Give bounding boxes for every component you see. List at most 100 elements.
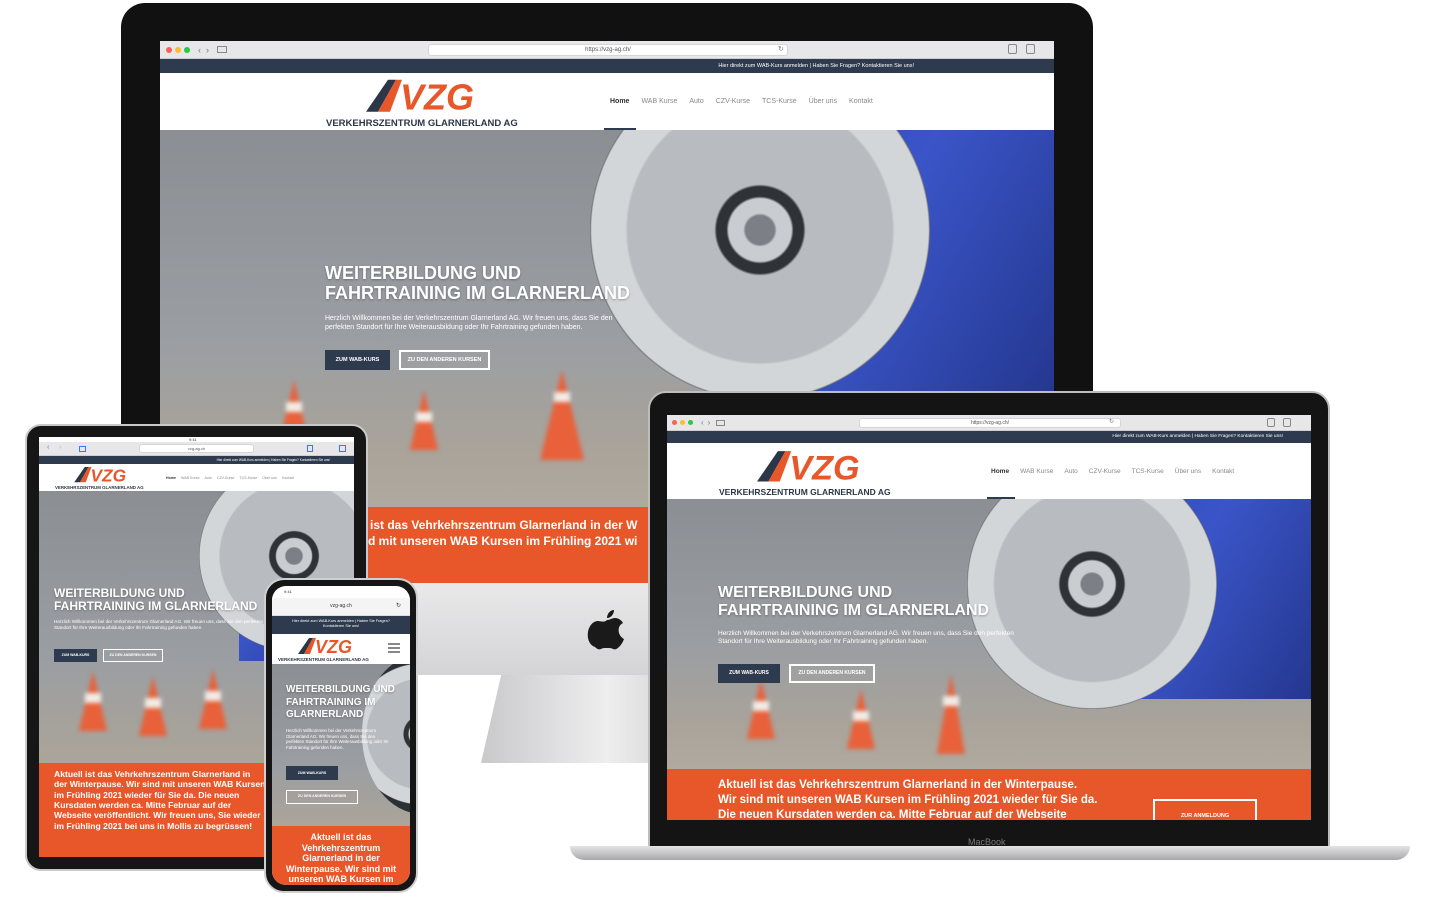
site-logo[interactable]: VZG VERKEHRSZENTRUM GLARNERLAND AG <box>719 449 909 497</box>
traffic-cone <box>410 390 438 450</box>
zum-wab-kurs-button[interactable]: ZUM WAB-KURS <box>286 766 338 780</box>
nav-auto[interactable]: Auto <box>689 98 703 105</box>
url-bar[interactable]: vzg-ag.ch <box>302 603 380 609</box>
url-bar[interactable]: https://vzg-ag.ch/ <box>859 418 1121 428</box>
share-icon[interactable] <box>1008 44 1017 54</box>
share-icon[interactable] <box>1267 418 1275 427</box>
notice-text-line2: Wir sind mit unseren WAB Kursen im Frühl… <box>718 794 1098 806</box>
site-header: VZG VERKEHRSZENTRUM GLARNERLAND AG Home … <box>160 73 1054 130</box>
site-logo[interactable]: VZG VERKEHRSZENTRUM GLARNERLAND AG <box>326 77 526 129</box>
nav-wab-kurse[interactable]: WAB Kurse <box>181 476 199 480</box>
tabs-icon[interactable] <box>339 445 346 452</box>
topbar[interactable]: Hier direkt zum WAB-Kurs anmelden | Habe… <box>272 616 410 634</box>
nav-auto[interactable]: Auto <box>204 476 211 480</box>
nav-home[interactable]: Home <box>991 468 1009 475</box>
site-logo[interactable]: VZG VERKEHRSZENTRUM GLARNERLAND AG <box>278 637 378 662</box>
logo-mark-icon: VZG <box>757 450 860 484</box>
back-icon[interactable]: ‹ <box>701 418 704 427</box>
close-dot[interactable] <box>166 46 172 53</box>
hero-section: WEITERBILDUNG UND FAHRTRAINING IM GLARNE… <box>667 499 1311 820</box>
maximize-dot[interactable] <box>688 420 693 425</box>
nav-tcs-kurse[interactable]: TCS-Kurse <box>239 476 257 480</box>
minimize-dot[interactable] <box>175 46 181 53</box>
traffic-cone <box>747 679 775 739</box>
zum-wab-kurs-button[interactable]: ZUM WAB-KURS <box>325 350 390 370</box>
zum-wab-kurs-button[interactable]: ZUM WAB-KURS <box>718 664 780 683</box>
traffic-cone <box>937 674 965 754</box>
hero-title: WEITERBILDUNG UND FAHRTRAINING IM GLARNE… <box>286 684 395 720</box>
nav-auto[interactable]: Auto <box>1064 468 1077 475</box>
hero-section: WEITERBILDUNG UND FAHRTRAINING IM GLARNE… <box>272 664 410 885</box>
nav-kontakt[interactable]: Kontakt <box>849 98 873 105</box>
topbar[interactable]: Hier direkt zum WAB-Kurs anmelden | Habe… <box>39 456 354 464</box>
tabs-icon[interactable] <box>1026 44 1035 54</box>
tabs-icon[interactable] <box>1283 418 1291 427</box>
sidebar-icon[interactable] <box>79 446 86 452</box>
zu-den-anderen-kursen-button[interactable]: ZU DEN ANDEREN KURSEN <box>789 664 875 683</box>
zur-anmeldung-button[interactable]: ZUR ANMELDUNG <box>1153 799 1257 820</box>
zu-den-anderen-kursen-button[interactable]: ZU DEN ANDEREN KURSEN <box>286 790 358 804</box>
nav-tcs-kurse[interactable]: TCS-Kurse <box>762 98 797 105</box>
share-icon[interactable] <box>307 445 313 452</box>
nav-czv-kurse[interactable]: CZV-Kurse <box>716 98 750 105</box>
laptop-screen: ‹ › https://vzg-ag.ch/ ↻ Hier direkt zum… <box>667 415 1311 820</box>
main-nav: Home WAB Kurse Auto CZV-Kurse TCS-Kurse … <box>610 98 873 105</box>
svg-text:VZG: VZG <box>91 466 126 483</box>
close-dot[interactable] <box>672 420 677 425</box>
sidebar-icon[interactable] <box>217 46 227 53</box>
nav-czv-kurse[interactable]: CZV-Kurse <box>217 476 235 480</box>
maximize-dot[interactable] <box>184 46 190 53</box>
zu-den-anderen-kursen-button[interactable]: ZU DEN ANDEREN KURSEN <box>399 350 490 370</box>
hero-text: Herzlich Willkommen bei der Verkehrszent… <box>286 728 389 751</box>
topbar[interactable]: Hier direkt zum WAB-Kurs anmelden | Habe… <box>667 431 1311 443</box>
traffic-cone <box>847 689 875 749</box>
notice-text-line3: Die neuen Kursdaten werden ca. Mitte Feb… <box>718 809 1067 820</box>
nav-ueber-uns[interactable]: Über uns <box>262 476 277 480</box>
phone-device: 9:41 vzg-ag.ch ↻ Hier direkt zum WAB-Kur… <box>264 578 418 893</box>
forward-icon[interactable]: › <box>206 45 209 55</box>
notice-text: Aktuell ist das Vehrkehrszentrum Glarner… <box>54 769 266 831</box>
nav-tcs-kurse[interactable]: TCS-Kurse <box>1132 468 1164 475</box>
reload-icon[interactable]: ↻ <box>778 45 784 53</box>
nav-ueber-uns[interactable]: Über uns <box>1175 468 1201 475</box>
zu-den-anderen-kursen-button[interactable]: ZU DEN ANDEREN KURSEN <box>103 649 163 662</box>
forward-icon[interactable]: › <box>708 418 711 427</box>
notice-text: Aktuell ist das Vehrkehrszentrum Glarner… <box>285 832 397 885</box>
nav-ueber-uns[interactable]: Über uns <box>809 98 837 105</box>
browser-toolbar: ‹ › https://vzg-ag.ch/ ↻ <box>160 41 1054 59</box>
forward-icon[interactable]: › <box>59 444 61 451</box>
notice-banner: Aktuell ist das Vehrkehrszentrum Glarner… <box>667 769 1311 820</box>
minimize-dot[interactable] <box>680 420 685 425</box>
nav-wab-kurse[interactable]: WAB Kurse <box>641 98 677 105</box>
svg-text:VZG: VZG <box>315 637 352 655</box>
url-bar[interactable]: vzg-ag.ch <box>139 444 254 453</box>
sidebar-icon[interactable] <box>716 419 726 426</box>
nav-home[interactable]: Home <box>166 476 176 480</box>
nav-kontakt[interactable]: Kontakt <box>1212 468 1234 475</box>
back-icon[interactable]: ‹ <box>47 444 49 451</box>
reload-icon[interactable]: ↻ <box>396 602 401 609</box>
nav-home[interactable]: Home <box>610 98 629 105</box>
hero-title: WEITERBILDUNG UND FAHRTRAINING IM GLARNE… <box>718 584 989 619</box>
nav-kontakt[interactable]: Kontakt <box>282 476 294 480</box>
zum-wab-kurs-button[interactable]: ZUM WAB-KURS <box>54 649 97 662</box>
phone-screen: 9:41 vzg-ag.ch ↻ Hier direkt zum WAB-Kur… <box>272 586 410 885</box>
nav-wab-kurse[interactable]: WAB Kurse <box>1020 468 1053 475</box>
url-bar[interactable]: https://vzg-ag.ch/ <box>428 44 788 56</box>
logo-tagline: VERKEHRSZENTRUM GLARNERLAND AG <box>278 657 369 662</box>
logo-mark-icon: VZG <box>74 466 126 483</box>
hero-title-line2: FAHRTRAINING IM GLARNERLAND <box>325 282 630 303</box>
browser-toolbar: vzg-ag.ch ↻ <box>272 598 410 616</box>
hero-title: WEITERBILDUNG UND FAHRTRAINING IM GLARNE… <box>325 263 630 304</box>
site-logo[interactable]: VZG VERKEHRSZENTRUM GLARNERLAND AG <box>55 466 151 490</box>
reload-icon[interactable]: ↻ <box>1109 418 1114 425</box>
hamburger-menu-icon[interactable] <box>388 643 400 653</box>
nav-czv-kurse[interactable]: CZV-Kurse <box>1089 468 1121 475</box>
back-icon[interactable]: ‹ <box>198 45 201 55</box>
traffic-cone <box>79 671 107 731</box>
main-nav: Home WAB Kurse Auto CZV-Kurse TCS-Kurse … <box>166 476 294 480</box>
hero-title-line2: FAHRTRAINING IM GLARNERLAND <box>718 601 990 619</box>
hero-title-line2: FAHRTRAINING IM GLARNERLAND <box>54 599 258 614</box>
topbar[interactable]: Hier direkt zum WAB-Kurs anmelden | Habe… <box>160 59 1054 73</box>
main-nav: Home WAB Kurse Auto CZV-Kurse TCS-Kurse … <box>991 468 1234 475</box>
